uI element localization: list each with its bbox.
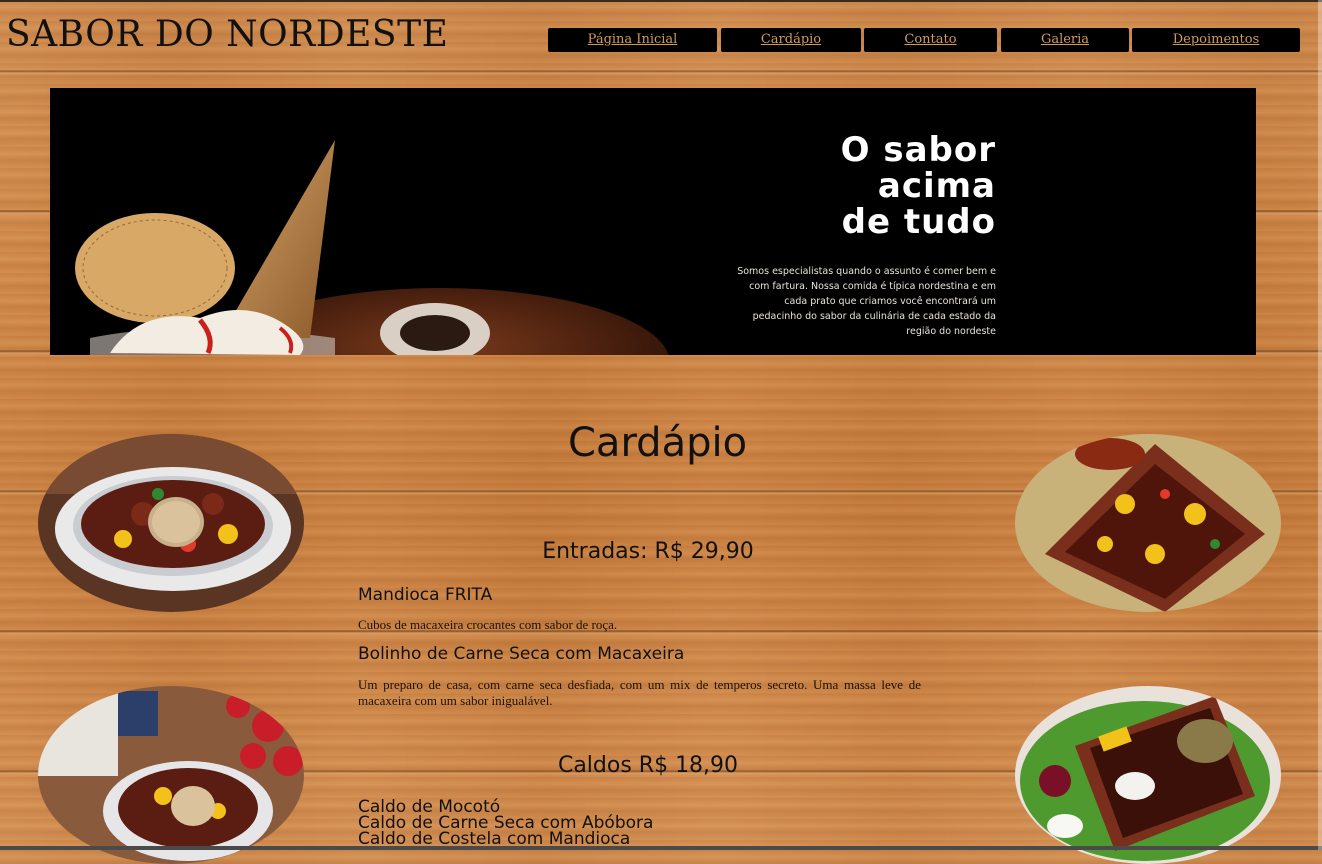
dish-photo-baiao-de-dois <box>1015 686 1281 864</box>
hero-heading: O sabor acima de tudo <box>840 130 996 242</box>
site-title: SABOR DO NORDESTE <box>6 14 449 55</box>
section-title-starters: Entradas: R$ 29,90 <box>542 539 754 564</box>
menu-title: Cardápio <box>568 420 748 466</box>
hero-banner: O sabor acima de tudo Somos especialista… <box>50 88 1256 355</box>
list-item: Caldo de Costela com Mandioca <box>358 829 631 849</box>
menu-item-name: Bolinho de Carne Seca com Macaxeira <box>358 644 685 664</box>
nav-link-contact[interactable]: Contato <box>864 28 997 52</box>
hero-description: Somos especialistas quando o assunto é c… <box>737 265 996 337</box>
menu-item-name: Mandioca FRITA <box>358 585 493 605</box>
menu-item-description: Um preparo de casa, com carne seca desfi… <box>358 677 921 708</box>
menu-item-description: Cubos de macaxeira crocantes com sabor d… <box>358 617 618 632</box>
dish-photo-carne-de-sol-table <box>38 686 304 864</box>
dish-photo-carne-com-mandioca <box>1015 434 1281 612</box>
nav-link-home[interactable]: Página Inicial <box>548 28 717 52</box>
dessert-photo <box>75 140 669 355</box>
nav-link-testimonials[interactable]: Depoimentos <box>1132 28 1300 52</box>
scrollbar[interactable] <box>1318 0 1322 850</box>
top-border <box>0 0 1322 2</box>
nav-link-gallery[interactable]: Galeria <box>1001 28 1129 52</box>
section-title-soups: Caldos R$ 18,90 <box>557 753 739 778</box>
dish-photo-carne-de-sol <box>38 434 304 612</box>
nav-link-menu[interactable]: Cardápio <box>721 28 861 52</box>
soup-list: Caldo de Mocotó Caldo de Carne Seca com … <box>358 799 653 849</box>
bottom-bar <box>0 846 1322 850</box>
